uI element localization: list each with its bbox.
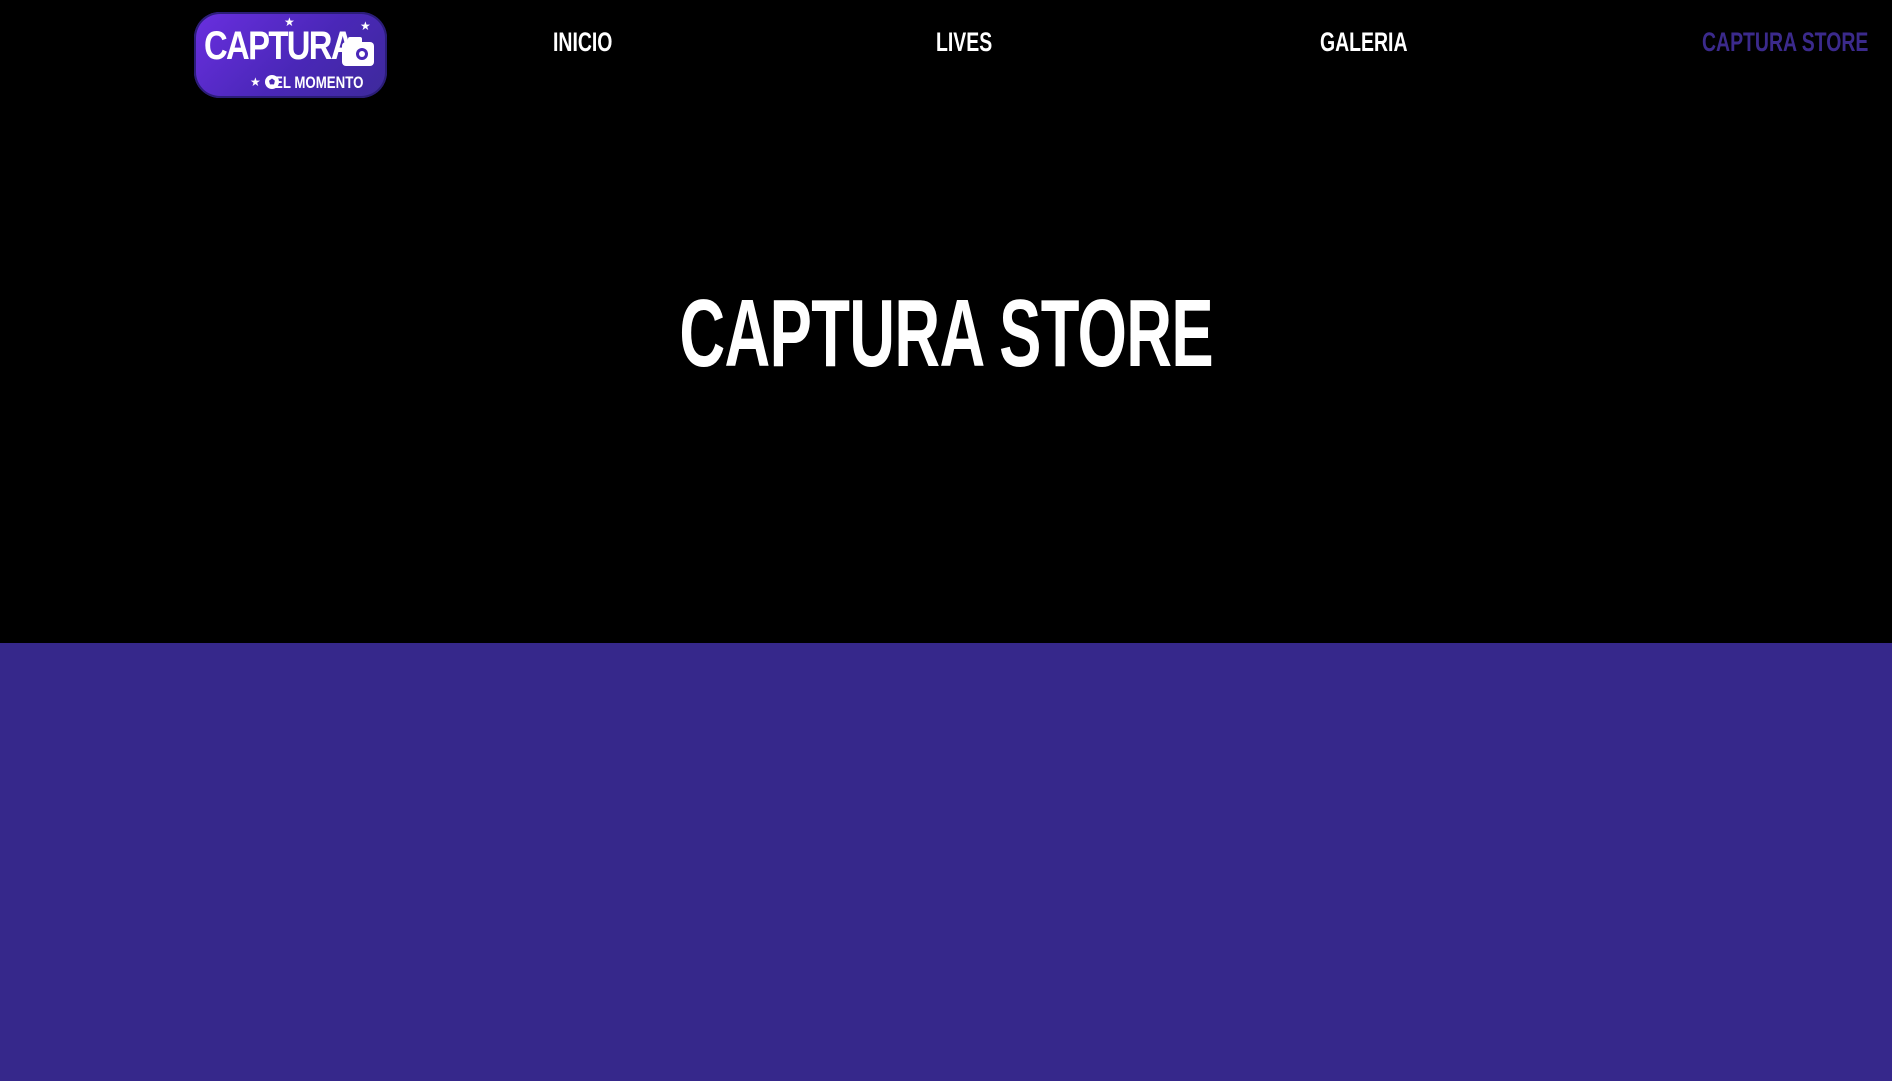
nav-link-galeria[interactable]: GALERIA [1320, 26, 1407, 58]
nav-link-lives[interactable]: LIVES [936, 26, 992, 58]
hero-section: CAPTURA STORE [0, 110, 1892, 643]
star-icon: ★ [360, 19, 371, 33]
content-band [0, 643, 1892, 1081]
nav-link-captura-store[interactable]: CAPTURA STORE [1702, 26, 1868, 58]
logo-wordmark: CAPTURA [204, 24, 355, 68]
logo-tagline: EL MOMENTO [274, 73, 364, 92]
page-title: CAPTURA STORE [0, 284, 1892, 384]
nav-link-inicio[interactable]: INICIO [553, 26, 612, 58]
star-icon: ★ [250, 75, 261, 89]
page: ★ ★ ★ CAPTURA EL MOMENTO INICIO LIVES GA… [0, 0, 1892, 1081]
page-title-text: CAPTURA STORE [679, 280, 1213, 387]
top-navigation-bar: ★ ★ ★ CAPTURA EL MOMENTO INICIO LIVES GA… [0, 0, 1892, 110]
brand-logo[interactable]: ★ ★ ★ CAPTURA EL MOMENTO [194, 12, 387, 98]
camera-icon [342, 37, 374, 66]
